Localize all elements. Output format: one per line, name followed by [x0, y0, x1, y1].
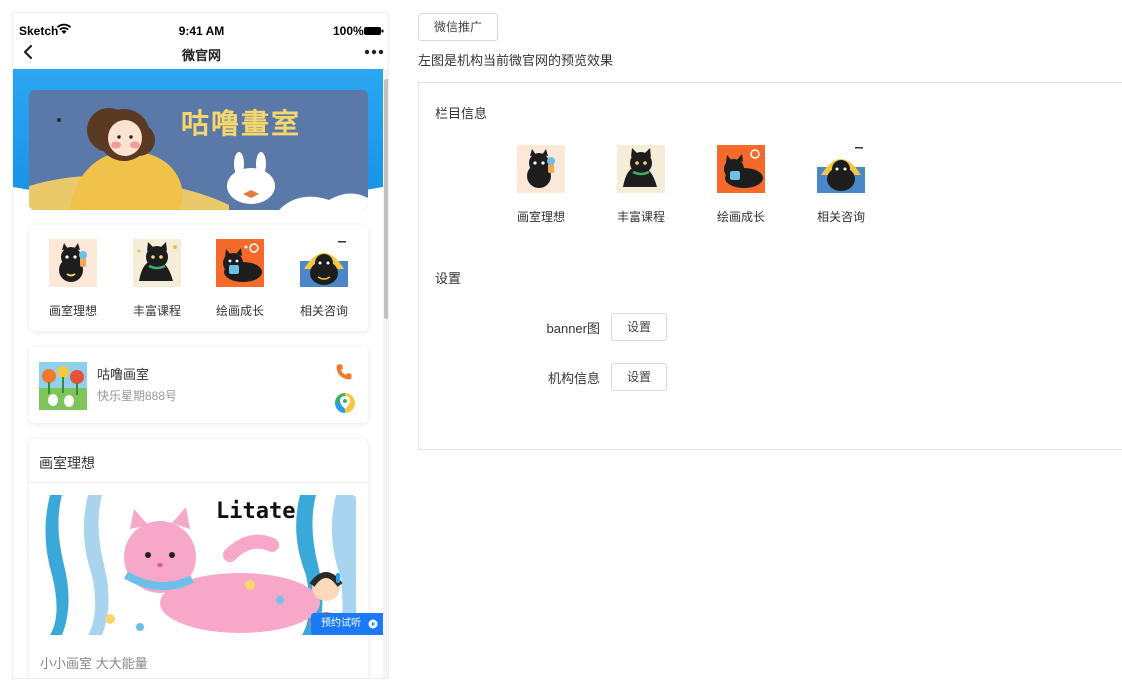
settings-heading: 设置 — [435, 271, 462, 286]
banner-image[interactable]: 咕噜畫室 — [29, 90, 368, 210]
column-item-consulting[interactable]: 相关咨询 — [811, 145, 871, 224]
black-cat-hat-icon — [300, 239, 348, 287]
wechat-promotion-tab[interactable]: 微信推广 — [418, 13, 498, 41]
organization-name: 咕噜画室 — [97, 367, 150, 382]
scrollbar-thumb[interactable] — [384, 79, 388, 319]
section-title: 画室理想 — [39, 455, 95, 471]
black-cat-hat-icon — [817, 145, 865, 193]
black-cat-ice-cream-icon — [517, 145, 565, 193]
organization-logo — [39, 362, 87, 410]
black-cat-sitting-icon — [617, 145, 665, 193]
section-card: 画室理想 Litate 预约试听 小小画室 大大能量 — [29, 439, 383, 678]
trial-booking-label: 预约试听 — [321, 618, 361, 629]
preview-description: 左图是机构当前微官网的预览效果 — [418, 53, 614, 68]
section-subtitle: 小小画室 大大能量 — [40, 656, 148, 671]
status-bar: Sketch 9:41 AM 100% — [13, 13, 388, 38]
black-cat-lying-icon — [717, 145, 765, 193]
column-item-courses[interactable]: 丰富课程 — [611, 145, 671, 224]
column-item-label: 画室理想 — [516, 210, 565, 224]
nav-bar: 微官网 — [13, 41, 388, 65]
section-image-title: Litate — [216, 499, 296, 524]
column-info-heading: 栏目信息 — [435, 106, 488, 121]
setting-label-org-info: 机构信息 — [547, 371, 600, 386]
menu-item-studio-ideal[interactable]: 画室理想 — [42, 239, 104, 318]
column-item-label: 相关咨询 — [816, 210, 865, 224]
nav-title: 微官网 — [181, 48, 221, 63]
column-item-studio-ideal[interactable]: 画室理想 — [511, 145, 571, 224]
play-circle-icon — [368, 619, 378, 629]
black-cat-sitting-icon — [133, 239, 181, 287]
column-item-growth[interactable]: 绘画成长 — [711, 145, 771, 224]
trial-booking-button[interactable]: 预约试听 — [311, 613, 383, 635]
banner-settings-button[interactable]: 设置 — [611, 313, 667, 341]
black-cat-lying-icon — [216, 239, 264, 287]
phone-preview: Sketch 9:41 AM 100% 微官网 咕噜畫室 画室理想 丰富课程 绘… — [12, 12, 389, 679]
menu-item-consulting[interactable]: 相关咨询 — [293, 239, 355, 318]
menu-item-label: 绘画成长 — [215, 304, 264, 318]
org-info-settings-button[interactable]: 设置 — [611, 363, 667, 391]
column-item-label: 绘画成长 — [716, 210, 765, 224]
setting-label-banner: banner图 — [546, 321, 600, 336]
phone-call-icon[interactable] — [335, 363, 353, 381]
menu-item-label: 相关咨询 — [299, 304, 348, 318]
menu-item-courses[interactable]: 丰富课程 — [126, 239, 188, 318]
section-image[interactable]: Litate — [40, 495, 356, 635]
banner-title: 咕噜畫室 — [181, 107, 302, 140]
pink-cat-illustration — [40, 495, 356, 635]
black-cat-ice-cream-icon — [49, 239, 97, 287]
menu-item-growth[interactable]: 绘画成长 — [209, 239, 271, 318]
organization-card[interactable]: 咕噜画室 快乐星期888号 — [29, 347, 368, 423]
menu-item-label: 丰富课程 — [132, 304, 181, 318]
organization-address: 快乐星期888号 — [97, 389, 178, 403]
settings-panel: 栏目信息 画室理想 丰富课程 绘画成长 相关咨询 设置 banner图 设置 机… — [418, 82, 1122, 450]
column-item-label: 丰富课程 — [616, 210, 665, 224]
page-content[interactable]: 咕噜畫室 画室理想 丰富课程 绘画成长 相关咨询 咕噜画室 快乐星期888号 画… — [13, 69, 383, 678]
map-location-icon[interactable] — [334, 392, 356, 414]
menu-card: 画室理想 丰富课程 绘画成长 相关咨询 — [29, 225, 368, 331]
menu-item-label: 画室理想 — [48, 304, 97, 318]
battery-percent: 100% — [333, 24, 364, 38]
battery-icon — [364, 27, 384, 35]
section-divider — [29, 482, 368, 483]
more-options-icon[interactable] — [364, 45, 384, 59]
